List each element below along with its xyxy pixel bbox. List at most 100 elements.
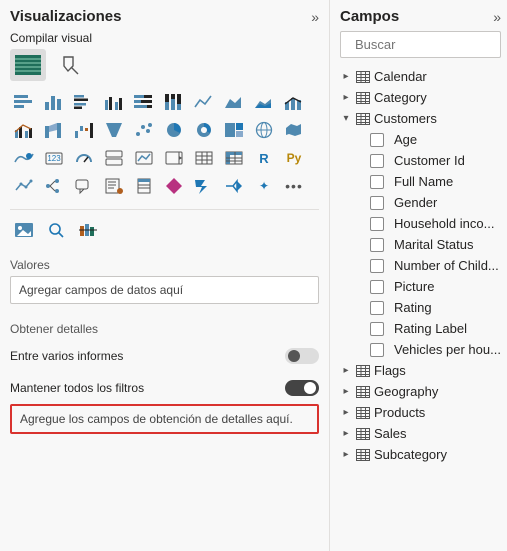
- field-row[interactable]: Picture: [370, 276, 501, 297]
- viz-clustered-bar[interactable]: [70, 89, 98, 115]
- viz-power-automate[interactable]: [190, 173, 218, 199]
- field-row[interactable]: Vehicles per hou...: [370, 339, 501, 360]
- table-products[interactable]: ▸Products: [340, 402, 501, 423]
- table-subcategory[interactable]: ▸Subcategory: [340, 444, 501, 465]
- fields-tree: ▸Calendar▸Category▾CustomersAgeCustomer …: [340, 66, 501, 465]
- viz-r[interactable]: R: [250, 145, 278, 171]
- viz-scatter[interactable]: [130, 117, 158, 143]
- table-flags[interactable]: ▸Flags: [340, 360, 501, 381]
- fields-pane: Campos » ▸Calendar▸Category▾CustomersAge…: [330, 0, 507, 551]
- viz-line-stacked-column[interactable]: [280, 89, 308, 115]
- table-calendar[interactable]: ▸Calendar: [340, 66, 501, 87]
- viz-goals[interactable]: [220, 173, 248, 199]
- field-checkbox[interactable]: [370, 133, 384, 147]
- viz-table[interactable]: [190, 145, 218, 171]
- cross-report-toggle[interactable]: [285, 348, 319, 364]
- viz-stacked-bar[interactable]: [10, 89, 38, 115]
- viz-sparkle[interactable]: ✦: [250, 173, 278, 199]
- viz-stacked-column[interactable]: [40, 89, 68, 115]
- viz-card[interactable]: [70, 145, 98, 171]
- field-checkbox[interactable]: [370, 280, 384, 294]
- table-category[interactable]: ▸Category: [340, 87, 501, 108]
- viz-paginated[interactable]: [130, 173, 158, 199]
- field-label: Rating: [394, 300, 432, 315]
- fields-title: Campos: [340, 8, 399, 25]
- table-sales[interactable]: ▸Sales: [340, 423, 501, 444]
- keep-filters-label: Mantener todos los filtros: [10, 381, 144, 395]
- keep-filters-row: Mantener todos los filtros: [10, 380, 319, 396]
- field-checkbox[interactable]: [370, 217, 384, 231]
- build-visual-tab[interactable]: [10, 49, 46, 81]
- field-row[interactable]: Gender: [370, 192, 501, 213]
- search-input[interactable]: [353, 36, 507, 53]
- viz-key-influencers[interactable]: [10, 173, 38, 199]
- build-visual-label: Compilar visual: [10, 31, 319, 45]
- image-icon[interactable]: [10, 218, 38, 242]
- table-label: Products: [374, 405, 425, 420]
- table-icon: [356, 449, 370, 461]
- layers-icon[interactable]: [74, 218, 102, 242]
- viz-100-stacked-bar[interactable]: [130, 89, 158, 115]
- viz-treemap[interactable]: [220, 117, 248, 143]
- viz-stacked-area[interactable]: [250, 89, 278, 115]
- fields-header: Campos »: [340, 8, 501, 25]
- viz-matrix[interactable]: [220, 145, 248, 171]
- table-children: AgeCustomer Id Full Name GenderHousehold i…: [340, 129, 501, 360]
- values-well[interactable]: Agregar campos de datos aquí: [10, 276, 319, 304]
- field-row[interactable]: Customer Id: [370, 150, 501, 171]
- field-label: Rating Label: [394, 321, 467, 336]
- viz-gauge[interactable]: 123: [40, 145, 68, 171]
- field-label: Full Name: [394, 174, 453, 189]
- search-icon[interactable]: [42, 218, 70, 242]
- viz-power-apps[interactable]: [160, 173, 188, 199]
- field-row[interactable]: Rating Label: [370, 318, 501, 339]
- field-checkbox[interactable]: [370, 154, 384, 168]
- viz-line-clustered-column[interactable]: [10, 117, 38, 143]
- viz-filled-map[interactable]: [280, 117, 308, 143]
- field-checkbox[interactable]: [370, 301, 384, 315]
- viz-pie[interactable]: [160, 117, 188, 143]
- table-geography[interactable]: ▸Geography: [340, 381, 501, 402]
- viz-decomposition[interactable]: [40, 173, 68, 199]
- viz-more[interactable]: •••: [280, 173, 308, 199]
- viz-funnel[interactable]: [100, 117, 128, 143]
- field-checkbox[interactable]: [370, 322, 384, 336]
- viz-map[interactable]: [250, 117, 278, 143]
- table-customers[interactable]: ▾Customers: [340, 108, 501, 129]
- keep-filters-toggle[interactable]: [285, 380, 319, 396]
- viz-qna[interactable]: [70, 173, 98, 199]
- field-label: Picture: [394, 279, 434, 294]
- field-checkbox[interactable]: [370, 238, 384, 252]
- viz-kpi[interactable]: [130, 145, 158, 171]
- viz-ribbon[interactable]: [40, 117, 68, 143]
- field-checkbox[interactable]: [370, 259, 384, 273]
- table-icon: [356, 113, 370, 125]
- field-row[interactable]: Marital Status: [370, 234, 501, 255]
- field-row[interactable]: Age: [370, 129, 501, 150]
- viz-python[interactable]: Py: [280, 145, 308, 171]
- field-checkbox[interactable]: [370, 175, 384, 189]
- viz-area[interactable]: [220, 89, 248, 115]
- viz-smart-narrative[interactable]: [100, 173, 128, 199]
- field-row[interactable]: Full Name: [370, 171, 501, 192]
- collapse-viz-icon[interactable]: »: [311, 9, 319, 25]
- viz-donut[interactable]: [190, 117, 218, 143]
- viz-multi-row-card[interactable]: [100, 145, 128, 171]
- table-icon: [356, 92, 370, 104]
- field-row[interactable]: Number of Child...: [370, 255, 501, 276]
- field-row[interactable]: Rating: [370, 297, 501, 318]
- viz-100-stacked-column[interactable]: [160, 89, 188, 115]
- drillthrough-well[interactable]: Agregue los campos de obtención de detal…: [10, 404, 319, 434]
- chevron-right-icon: ▸: [340, 365, 352, 376]
- format-visual-tab[interactable]: [54, 49, 90, 81]
- fields-search[interactable]: [340, 31, 501, 58]
- collapse-fields-icon[interactable]: »: [493, 9, 501, 25]
- viz-clustered-column[interactable]: [100, 89, 128, 115]
- field-checkbox[interactable]: [370, 196, 384, 210]
- viz-waterfall[interactable]: [70, 117, 98, 143]
- viz-line[interactable]: [190, 89, 218, 115]
- field-row[interactable]: Household inco...: [370, 213, 501, 234]
- viz-azure-map[interactable]: [10, 145, 38, 171]
- viz-slicer[interactable]: [160, 145, 188, 171]
- field-checkbox[interactable]: [370, 343, 384, 357]
